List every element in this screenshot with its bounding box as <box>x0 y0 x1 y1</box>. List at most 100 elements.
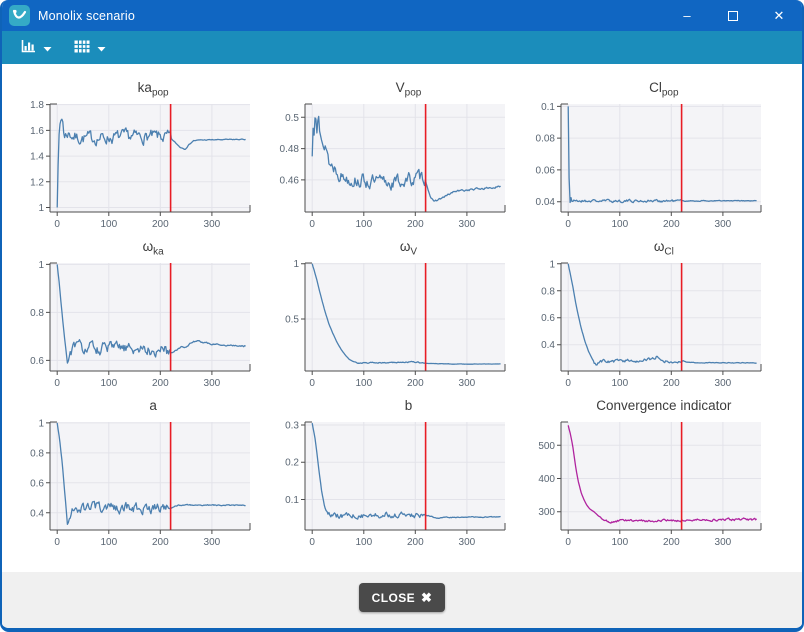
x-tick-label: 100 <box>611 537 628 548</box>
x-tick-label: 0 <box>565 378 571 389</box>
y-tick-label: 0.8 <box>30 448 44 459</box>
plot-Cl_pop: 0.04 0.06 0.08 0.1 0 100 200 300 <box>531 98 767 234</box>
plot-title-a: a <box>20 398 256 416</box>
window-title: Monolix scenario <box>38 9 135 23</box>
close-button[interactable]: CLOSE ✖ <box>359 583 446 612</box>
x-tick-label: 300 <box>204 219 221 230</box>
x-tick-label: 300 <box>204 537 221 548</box>
plot-cell-a: a 0.4 0.6 0.8 1 0 100 200 300 <box>20 398 273 557</box>
y-tick-label: 0.1 <box>541 102 555 113</box>
y-tick-label: 0.6 <box>30 478 44 489</box>
x-tick-label: 100 <box>356 378 373 389</box>
x-tick-label: 0 <box>55 378 61 389</box>
y-tick-label: 1 <box>39 418 45 429</box>
y-tick-label: 500 <box>538 441 555 452</box>
x-tick-label: 100 <box>101 537 118 548</box>
titlebar: Monolix scenario – ✕ <box>2 0 802 31</box>
y-tick-label: 0.5 <box>286 315 300 326</box>
plot-omega_ka: 0.60.810100200300 <box>20 257 256 393</box>
x-tick-label: 100 <box>101 378 118 389</box>
y-tick-label: 1 <box>294 259 300 270</box>
plot-title-omega_ka: ωka <box>20 239 256 257</box>
plot-cell-omega_V: ωV0.510100200300 <box>275 239 528 398</box>
x-tick-label: 100 <box>611 219 628 230</box>
plot-cell-Cl_pop: Clpop 0.04 0.06 0.08 0.1 0 100 200 300 <box>531 80 784 239</box>
plot-cell-ka_pop: kapop11.21.41.61.80100200300 <box>20 80 273 239</box>
plot-cell-b: b0.10.20.30100200300 <box>275 398 528 557</box>
bar-chart-icon <box>20 39 36 57</box>
y-tick-label: 0.4 <box>541 340 555 351</box>
plot-omega_V: 0.5 1 0 100 200 300 <box>275 257 511 393</box>
y-tick-label: 0.2 <box>286 458 300 469</box>
x-tick-label: 0 <box>565 537 571 548</box>
y-tick-label: 0.04 <box>535 197 555 208</box>
plot-b: 0.10.20.30100200300 <box>275 416 511 552</box>
plot-cell-V_pop: Vpop0.460.480.50100200300 <box>275 80 528 239</box>
y-tick-label: 0.6 <box>30 356 44 367</box>
y-tick-label: 1.4 <box>30 152 44 163</box>
x-tick-label: 200 <box>407 219 424 230</box>
x-tick-label: 0 <box>310 378 316 389</box>
toolbar <box>2 31 802 64</box>
minimize-button[interactable]: – <box>664 0 710 31</box>
y-tick-label: 0.46 <box>280 175 300 186</box>
chevron-down-icon <box>43 40 52 55</box>
x-tick-label: 300 <box>459 378 476 389</box>
x-tick-label: 200 <box>152 537 169 548</box>
x-tick-label: 300 <box>714 378 731 389</box>
x-tick-label: 300 <box>459 219 476 230</box>
y-tick-label: 0.5 <box>286 113 300 124</box>
monolix-window: Monolix scenario – ✕ <box>0 0 804 632</box>
plot-title-convergence_indicator: Convergence indicator <box>531 398 767 416</box>
plot-cell-convergence_indicator: Convergence indicator3004005000100200300 <box>531 398 784 557</box>
close-window-button[interactable]: ✕ <box>756 0 802 31</box>
plots-area: kapop11.21.41.61.80100200300Vpop0.460.48… <box>2 64 802 572</box>
x-tick-label: 300 <box>714 219 731 230</box>
window-controls: – ✕ <box>664 0 802 31</box>
plot-title-b: b <box>275 398 511 416</box>
chevron-down-icon <box>97 40 106 55</box>
y-tick-label: 400 <box>538 474 555 485</box>
x-tick-label: 0 <box>565 219 571 230</box>
plot-convergence_indicator: 3004005000100200300 <box>531 416 767 552</box>
x-tick-label: 100 <box>356 537 373 548</box>
plot-title-ka_pop: kapop <box>20 80 256 98</box>
x-tick-label: 200 <box>152 378 169 389</box>
monolix-logo-icon <box>9 5 30 26</box>
x-tick-label: 300 <box>459 537 476 548</box>
chart-type-button[interactable] <box>14 35 58 61</box>
x-tick-label: 0 <box>55 537 61 548</box>
x-tick-label: 200 <box>407 378 424 389</box>
close-button-label: CLOSE <box>372 591 415 605</box>
plot-title-Cl_pop: Clpop <box>531 80 767 98</box>
y-tick-label: 0.3 <box>286 421 300 432</box>
plot-title-V_pop: Vpop <box>275 80 511 98</box>
x-tick-label: 0 <box>310 537 316 548</box>
x-tick-label: 100 <box>356 219 373 230</box>
x-tick-label: 200 <box>152 219 169 230</box>
y-tick-label: 1 <box>549 259 555 270</box>
plot-title-omega_Cl: ωCl <box>531 239 767 257</box>
x-tick-label: 100 <box>101 219 118 230</box>
y-tick-label: 0.48 <box>280 144 300 155</box>
plots-grid: kapop11.21.41.61.80100200300Vpop0.460.48… <box>19 80 785 557</box>
y-tick-label: 0.06 <box>535 165 555 176</box>
y-tick-label: 0.8 <box>541 286 555 297</box>
x-tick-label: 200 <box>663 219 680 230</box>
x-tick-label: 0 <box>55 219 61 230</box>
y-tick-label: 1.2 <box>30 177 44 188</box>
grid-icon <box>74 40 90 56</box>
plot-cell-omega_Cl: ωCl0.40.60.810100200300 <box>531 239 784 398</box>
layout-grid-button[interactable] <box>68 36 112 60</box>
x-tick-label: 300 <box>204 378 221 389</box>
x-tick-label: 200 <box>663 378 680 389</box>
maximize-button[interactable] <box>710 0 756 31</box>
y-tick-label: 0.1 <box>286 495 300 506</box>
y-tick-label: 1 <box>39 260 45 271</box>
y-tick-label: 0.08 <box>535 134 555 145</box>
y-tick-label: 0.4 <box>30 508 44 519</box>
close-icon: ✖ <box>421 590 432 606</box>
x-tick-label: 300 <box>714 537 731 548</box>
footer: CLOSE ✖ <box>2 572 802 628</box>
plot-cell-omega_ka: ωka0.60.810100200300 <box>20 239 273 398</box>
